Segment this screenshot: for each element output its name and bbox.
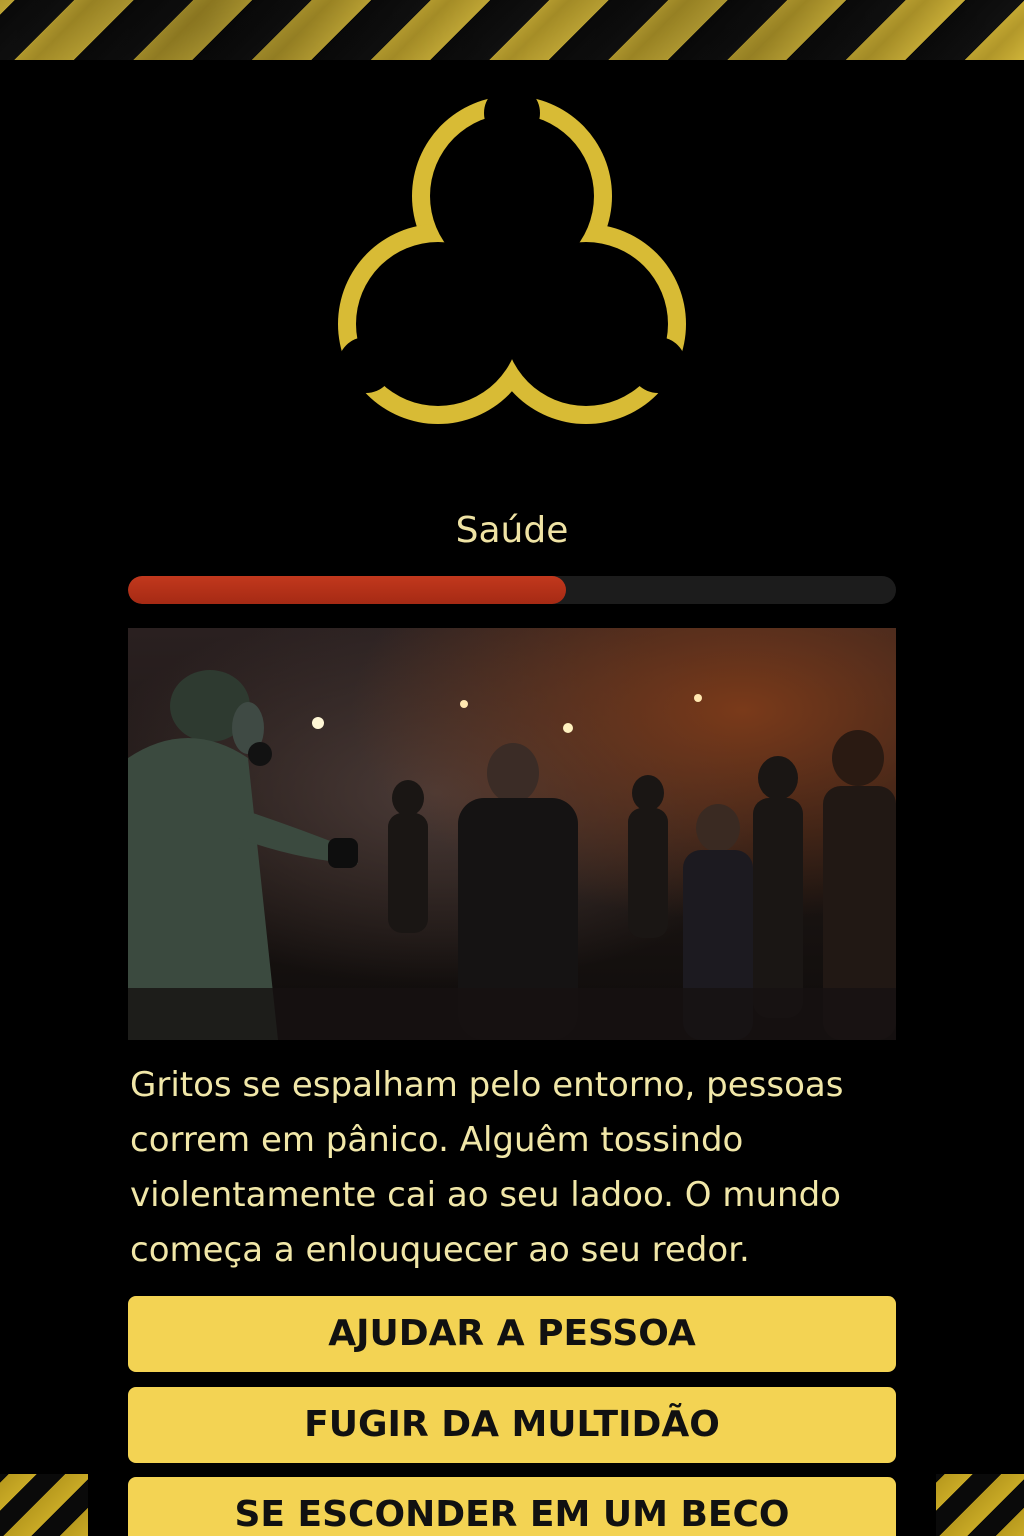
story-text: Gritos se espalham pelo entorno, pessoas… xyxy=(130,1065,844,1270)
health-bar-fill xyxy=(128,576,566,604)
choice-help-person-button[interactable]: AJUDAR A PESSOA xyxy=(128,1296,896,1372)
biohazard-icon xyxy=(338,96,686,424)
choice-hide-alley-button[interactable]: SE ESCONDER EM UM BECO xyxy=(128,1477,896,1536)
hazard-stripe-bottom-right xyxy=(936,1474,1024,1536)
hazard-stripe-bottom-left xyxy=(0,1474,88,1536)
health-bar xyxy=(128,576,896,604)
choice-flee-crowd-button[interactable]: FUGIR DA MULTIDÃO xyxy=(128,1387,896,1463)
hazard-stripe-top xyxy=(0,0,1024,60)
scene-illustration xyxy=(128,628,896,1040)
health-label: Saúde xyxy=(455,510,569,551)
